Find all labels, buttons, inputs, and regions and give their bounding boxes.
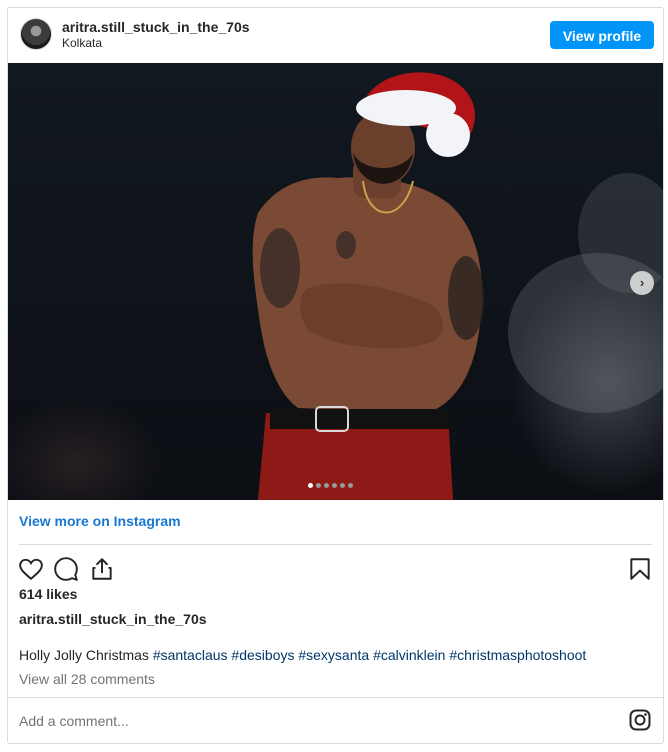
- hashtag-link[interactable]: #desiboys: [231, 647, 294, 663]
- carousel-indicator: [308, 483, 356, 489]
- profile-username[interactable]: aritra.still_stuck_in_the_70s: [62, 19, 250, 35]
- heart-icon[interactable]: [18, 556, 44, 582]
- hashtag-link[interactable]: #calvinklein: [373, 647, 445, 663]
- hashtag-link[interactable]: #sexysanta: [298, 647, 369, 663]
- carousel-dot: [324, 483, 329, 488]
- instagram-embed-card: aritra.still_stuck_in_the_70s Kolkata Vi…: [7, 7, 664, 744]
- view-more-link[interactable]: View more on Instagram: [19, 513, 181, 529]
- bookmark-icon[interactable]: [627, 556, 653, 582]
- carousel-dot: [348, 483, 353, 488]
- share-icon[interactable]: [89, 556, 115, 582]
- hashtag-link[interactable]: #santaclaus: [153, 647, 228, 663]
- chevron-right-icon: ›: [639, 275, 645, 290]
- photo-illustration: [252, 72, 663, 500]
- divider: [19, 544, 652, 545]
- likes-count[interactable]: 614 likes: [19, 586, 77, 602]
- caption-username[interactable]: aritra.still_stuck_in_the_70s: [19, 611, 207, 627]
- caption-text: Holly Jolly Christmas: [19, 647, 153, 663]
- post-photo[interactable]: ›: [8, 63, 663, 500]
- carousel-dot: [308, 483, 313, 488]
- add-comment-field[interactable]: Add a comment...: [19, 713, 129, 729]
- post-caption: Holly Jolly Christmas #santaclaus #desib…: [19, 647, 586, 663]
- next-photo-button[interactable]: ›: [630, 271, 654, 295]
- action-bar: [8, 548, 663, 590]
- instagram-icon[interactable]: [628, 708, 652, 732]
- carousel-dot: [340, 483, 345, 488]
- carousel-dot: [316, 483, 321, 488]
- post-location[interactable]: Kolkata: [62, 36, 102, 50]
- hashtag-link[interactable]: #christmasphotoshoot: [449, 647, 586, 663]
- view-profile-button[interactable]: View profile: [550, 21, 654, 49]
- comment-icon[interactable]: [53, 556, 79, 582]
- view-all-comments-link[interactable]: View all 28 comments: [19, 671, 155, 687]
- carousel-dot: [332, 483, 337, 488]
- divider: [8, 697, 663, 698]
- avatar[interactable]: [20, 18, 52, 50]
- post-header: aritra.still_stuck_in_the_70s Kolkata Vi…: [8, 8, 663, 63]
